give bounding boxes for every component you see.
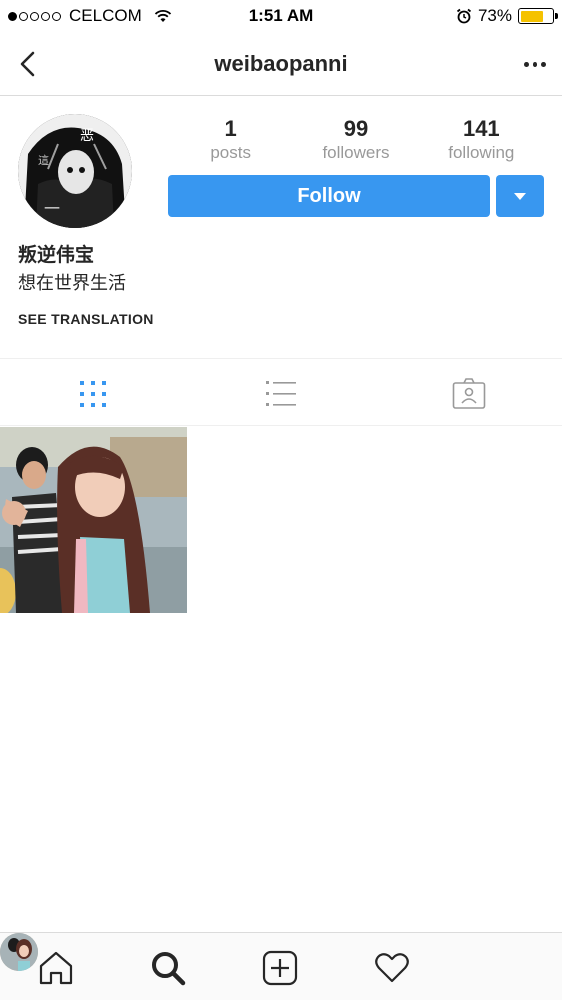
grid-icon[interactable]	[76, 377, 110, 411]
list-icon[interactable]	[264, 377, 298, 411]
profile-avatar[interactable]	[0, 933, 38, 971]
follow-button[interactable]: Follow	[168, 175, 490, 217]
stat-following[interactable]: 141 following	[419, 116, 544, 164]
profile-display-name: 叛逆伟宝	[18, 245, 95, 266]
nav-header: weibaopanni	[0, 32, 562, 96]
heart-icon[interactable]	[373, 949, 411, 987]
profile-view-tabs	[0, 358, 562, 426]
svg-text:這: 這	[38, 153, 49, 167]
stat-value: 141	[462, 116, 500, 141]
add-post-icon[interactable]	[261, 949, 299, 987]
stat-value: 99	[343, 116, 369, 141]
page-title: weibaopanni	[214, 51, 348, 76]
stat-label: posts	[210, 143, 251, 162]
battery-percent: 73%	[477, 6, 512, 25]
battery-icon	[518, 8, 558, 24]
svg-text:一: 一	[44, 199, 60, 218]
stat-followers[interactable]: 99 followers	[293, 116, 418, 164]
post-thumbnail[interactable]	[0, 427, 187, 613]
chevron-down-icon	[514, 193, 526, 200]
profile-bio: 想在世界生活	[18, 273, 126, 293]
see-translation-link[interactable]: SEE TRANSLATION	[18, 311, 154, 327]
stat-label: following	[448, 143, 515, 162]
more-horizontal-icon[interactable]	[524, 54, 547, 74]
stat-value: 1	[224, 116, 237, 141]
search-icon[interactable]	[149, 949, 187, 987]
bottom-tab-bar	[0, 932, 562, 1000]
alarm-icon	[456, 8, 472, 24]
svg-text:恶: 恶	[80, 128, 94, 144]
status-bar: CELCOM 1:51 AM 73%	[0, 0, 562, 32]
suggested-accounts-dropdown-button[interactable]	[496, 175, 544, 217]
profile-avatar[interactable]: 恶 這 一	[18, 114, 132, 228]
stat-label: followers	[322, 143, 390, 162]
home-icon[interactable]	[37, 949, 75, 987]
profile-stats: 1 posts 99 followers 141 following	[168, 116, 544, 164]
stat-posts[interactable]: 1 posts	[168, 116, 293, 164]
tagged-icon[interactable]	[452, 377, 486, 411]
